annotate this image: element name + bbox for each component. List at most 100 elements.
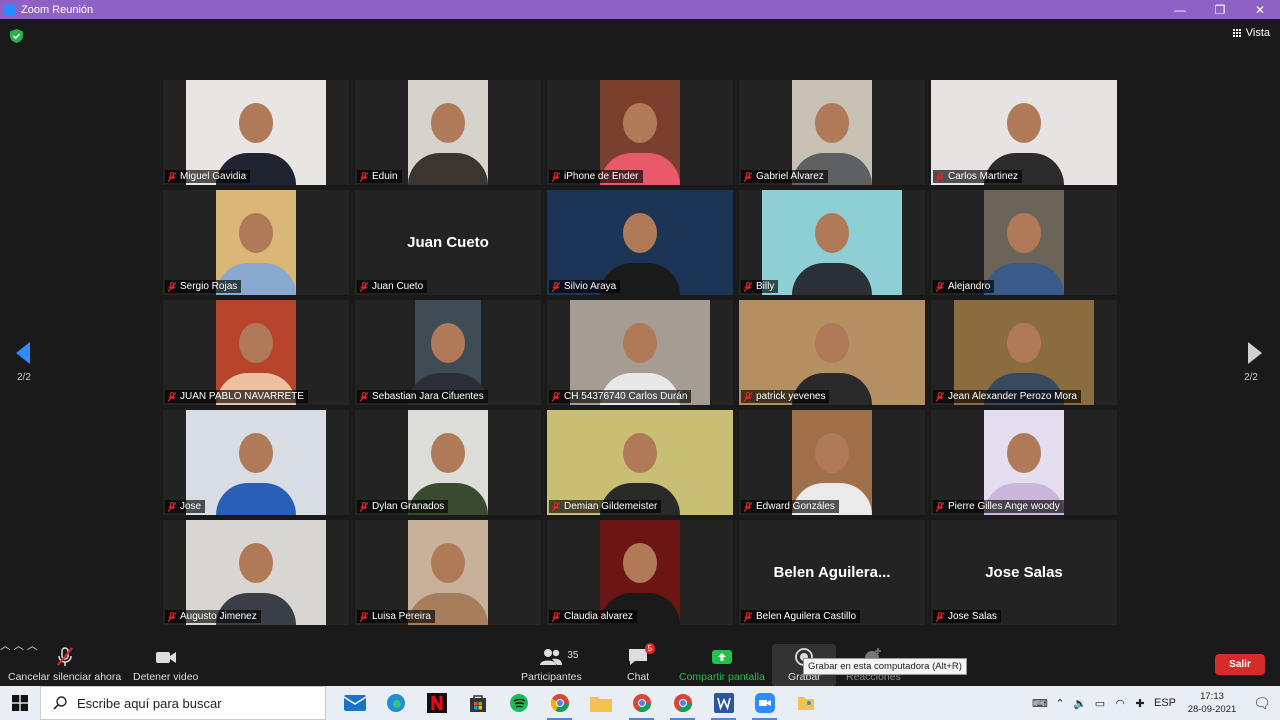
participant-name: Billy xyxy=(756,281,775,292)
participant-nametag: Pierre Gilles Ange woody xyxy=(933,500,1064,513)
taskbar-zoom-app[interactable] xyxy=(744,686,785,720)
participant-tile[interactable]: Sergio Rojas xyxy=(163,190,349,295)
netflix-icon xyxy=(426,693,447,713)
participant-name: Silvio Araya xyxy=(564,281,617,292)
store-bag-icon xyxy=(469,695,486,712)
page-indicator-right: 2/2 xyxy=(1244,372,1258,383)
participant-tile[interactable]: Dylan Granados xyxy=(355,410,541,515)
muted-mic-icon xyxy=(359,391,369,402)
muted-mic-icon xyxy=(167,391,177,402)
participant-tile[interactable]: Belen Aguilera... Belen Aguilera Castillo xyxy=(739,520,925,625)
participant-tile[interactable]: Carlos Martinez xyxy=(931,80,1117,185)
folder-icon xyxy=(589,697,612,712)
participant-name: Miguel Gavidia xyxy=(180,171,247,182)
participant-video xyxy=(186,410,326,515)
taskbar-mail-app[interactable] xyxy=(334,686,375,720)
previous-page-arrow-icon[interactable] xyxy=(16,342,30,364)
notifications-icon[interactable]: 🗨 xyxy=(1244,695,1280,712)
taskbar-clock[interactable]: 17:13 28-09-2021 xyxy=(1180,690,1244,716)
participant-tile[interactable]: Jean Alexander Perozo Mora xyxy=(931,300,1117,405)
participant-nametag: Jose Salas xyxy=(933,610,1001,623)
battery-icon[interactable]: ▭ xyxy=(1090,697,1110,710)
participant-face xyxy=(239,543,273,584)
participant-tile[interactable]: Augusto Jimenez xyxy=(163,520,349,625)
taskbar-chrome-app-3[interactable] xyxy=(662,686,703,720)
participant-face xyxy=(623,103,657,144)
next-page-arrow-icon[interactable] xyxy=(1248,342,1262,364)
taskbar-file-explorer-app[interactable] xyxy=(580,686,621,720)
chat-icon-wrap: 5 xyxy=(627,643,656,667)
security-center-icon[interactable]: ✚ xyxy=(1130,697,1150,710)
maximize-button[interactable]: ❐ xyxy=(1200,3,1240,17)
taskbar-chrome-app-1[interactable] xyxy=(539,686,580,720)
participant-tile[interactable]: Alejandro xyxy=(931,190,1117,295)
participant-tile[interactable]: Luisa Pereira xyxy=(355,520,541,625)
zoom-icon xyxy=(754,693,775,713)
close-window-button[interactable]: ✕ xyxy=(1240,3,1280,17)
participant-name: JUAN PABLO NAVARRETE xyxy=(180,391,304,402)
participant-face xyxy=(815,323,849,364)
taskbar-edge-app[interactable] xyxy=(375,686,416,720)
participant-tile[interactable]: Billy xyxy=(739,190,925,295)
participant-nametag: Carlos Martinez xyxy=(933,170,1023,183)
participant-tile[interactable]: Jose Salas Jose Salas xyxy=(931,520,1117,625)
participant-tile[interactable]: Silvio Araya xyxy=(547,190,733,295)
participant-nametag: Juan Cueto xyxy=(357,280,428,293)
taskbar-netflix-app[interactable] xyxy=(416,686,457,720)
participant-tile[interactable]: Pierre Gilles Ange woody xyxy=(931,410,1117,515)
stop-video-label: Detener video xyxy=(133,671,199,683)
participant-tile[interactable]: Claudia alvarez xyxy=(547,520,733,625)
taskbar-chrome-app-2[interactable] xyxy=(621,686,662,720)
participant-nametag: Sebastian Jara Cifuentes xyxy=(357,390,488,403)
chat-button[interactable]: 5 Chat xyxy=(627,638,656,686)
clock-date: 28-09-2021 xyxy=(1187,704,1237,715)
muted-mic-icon xyxy=(551,391,561,402)
participant-tile[interactable]: Juan Cueto Juan Cueto xyxy=(355,190,541,295)
participant-face xyxy=(431,433,465,474)
start-button[interactable] xyxy=(0,686,40,720)
search-placeholder: Escribe aquí para buscar xyxy=(77,695,222,711)
participant-tile[interactable]: Gabriel Alvarez xyxy=(739,80,925,185)
share-screen-button[interactable]: Compartir pantalla xyxy=(679,638,765,686)
taskbar-spotify-app[interactable] xyxy=(498,686,539,720)
input-language[interactable]: ESP xyxy=(1150,697,1180,709)
gallery-grid-icon xyxy=(1233,29,1242,38)
mail-icon xyxy=(343,695,366,711)
participant-tile[interactable]: CH 54376740 Carlos Durán xyxy=(547,300,733,405)
volume-icon[interactable]: 🔉 xyxy=(1070,697,1090,710)
participant-nametag: Luisa Pereira xyxy=(357,610,435,623)
page-indicator-left: 2/2 xyxy=(17,372,31,383)
taskbar-search-box[interactable]: Escribe aquí para buscar xyxy=(40,686,326,720)
encryption-shield-icon[interactable] xyxy=(10,29,23,43)
leave-meeting-button[interactable]: Salir xyxy=(1215,654,1265,675)
participant-name: Jose Salas xyxy=(948,611,997,622)
participants-button[interactable]: 35 Participantes xyxy=(521,638,582,686)
keyboard-icon[interactable]: ⌨ xyxy=(1030,697,1050,710)
participant-face xyxy=(623,543,657,584)
participant-tile[interactable]: Sebastian Jara Cifuentes xyxy=(355,300,541,405)
participant-nametag: Claudia alvarez xyxy=(549,610,637,623)
taskbar-word-app[interactable] xyxy=(703,686,744,720)
participant-tile[interactable]: Jose xyxy=(163,410,349,515)
view-button[interactable]: Vista xyxy=(1233,27,1270,39)
participant-tile[interactable]: iPhone de Ender xyxy=(547,80,733,185)
taskbar-photos-app[interactable] xyxy=(785,686,826,720)
participant-tile[interactable]: Miguel Gavidia xyxy=(163,80,349,185)
wifi-icon[interactable]: ◠ xyxy=(1110,697,1130,710)
window-title-bar: Zoom Reunión — ❐ ✕ xyxy=(0,0,1280,19)
unmute-button[interactable]: Cancelar silenciar ahora xyxy=(8,638,121,686)
participant-tile[interactable]: Eduin xyxy=(355,80,541,185)
participant-tile[interactable]: Demian Gildemeister xyxy=(547,410,733,515)
stop-video-button[interactable]: Detener video xyxy=(133,638,198,686)
participant-name: Jean Alexander Perozo Mora xyxy=(948,391,1077,402)
participant-tile[interactable]: JUAN PABLO NAVARRETE xyxy=(163,300,349,405)
minimize-button[interactable]: — xyxy=(1160,3,1200,17)
participant-tile[interactable]: Edward Gonzáles xyxy=(739,410,925,515)
muted-mic-icon xyxy=(743,611,753,622)
muted-mic-icon xyxy=(935,281,945,292)
participant-tile[interactable]: patrick yevenes xyxy=(739,300,925,405)
tray-overflow-chevron-icon[interactable]: ⌃ xyxy=(1050,697,1070,710)
participant-name: Dylan Granados xyxy=(372,501,445,512)
taskbar-store-app[interactable] xyxy=(457,686,498,720)
muted-mic-icon xyxy=(743,501,753,512)
